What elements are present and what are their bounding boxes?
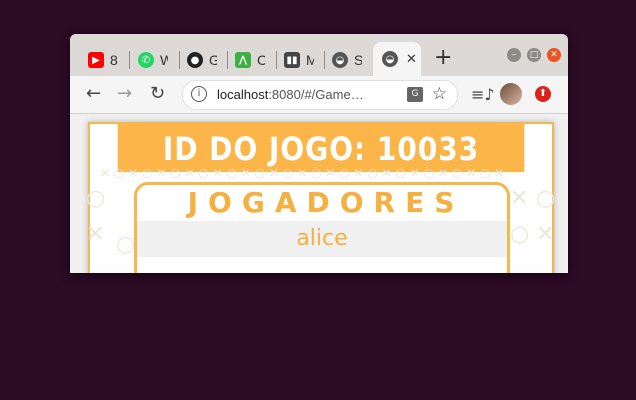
game-icon: ◒ — [382, 51, 398, 67]
media-control-icon[interactable]: ≡♪ — [471, 85, 495, 104]
game-icon: ◒ — [332, 52, 348, 68]
bookmark-star-icon[interactable]: ☆ — [432, 84, 447, 104]
game-card: ID DO JOGO: 10033 ○ ✕ ○ ✕ ○ ✕ ○ ✕ ○ ✕ ○ … — [86, 122, 555, 273]
minimize-button[interactable]: – — [507, 48, 521, 62]
back-button[interactable]: ← — [86, 84, 101, 104]
tab-codeship[interactable]: ⋀ C — [235, 44, 265, 76]
url-host: localhost — [217, 87, 269, 102]
url-path: :8080/#/Game… — [268, 87, 364, 102]
tab-whatsapp[interactable]: ✆ W — [138, 44, 168, 76]
players-panel: JOGADORES alice — [134, 182, 510, 273]
tab-title: G — [209, 52, 217, 68]
whatsapp-icon: ✆ — [138, 52, 154, 68]
new-tab-button[interactable]: + — [434, 47, 452, 69]
avatar[interactable] — [500, 83, 522, 105]
translate-icon[interactable]: G — [407, 87, 423, 102]
player-row: alice — [137, 221, 507, 257]
tab-title: M — [306, 52, 314, 68]
tab-trello[interactable]: ▮▮ M — [284, 44, 314, 76]
close-window-button[interactable]: ✕ — [547, 48, 561, 62]
github-icon: ● — [187, 52, 203, 68]
url-text: localhost:8080/#/Game… — [217, 87, 364, 102]
tab-strip: ▶ 8 ✆ W ● G ⋀ C ▮▮ M ◒ S ◒ ✕ + – □ ✕ — [70, 34, 568, 76]
browser-toolbar: ← → ↻ i localhost:8080/#/Game… G ☆ ≡♪ ⬆ — [70, 76, 568, 114]
browser-window: ▶ 8 ✆ W ● G ⋀ C ▮▮ M ◒ S ◒ ✕ + – □ ✕ ← →… — [70, 34, 568, 273]
tab-game-active[interactable]: ◒ ✕ — [373, 42, 421, 76]
tab-title: W — [160, 52, 168, 68]
tab-youtube[interactable]: ▶ 8 — [88, 44, 118, 76]
codeship-icon: ⋀ — [235, 52, 251, 68]
tab-title: C — [257, 52, 265, 68]
tab-title: S — [354, 52, 362, 68]
maximize-button[interactable]: □ — [527, 48, 541, 62]
tab-game[interactable]: ◒ S — [332, 44, 362, 76]
game-id-header: ID DO JOGO: 10033 — [117, 124, 525, 172]
tab-github[interactable]: ● G — [187, 44, 217, 76]
tab-title: 8 — [110, 52, 118, 68]
site-info-icon[interactable]: i — [191, 86, 207, 102]
youtube-icon: ▶ — [88, 52, 104, 68]
players-title: JOGADORES — [187, 186, 465, 219]
close-tab-icon[interactable]: ✕ — [406, 52, 417, 67]
update-icon[interactable]: ⬆ — [535, 86, 551, 102]
page-content: ID DO JOGO: 10033 ○ ✕ ○ ✕ ○ ✕ ○ ✕ ○ ✕ ○ … — [70, 114, 568, 273]
reload-button[interactable]: ↻ — [150, 84, 165, 104]
address-bar[interactable]: i localhost:8080/#/Game… G ☆ — [182, 80, 458, 110]
forward-button[interactable]: → — [117, 84, 132, 104]
trello-icon: ▮▮ — [284, 52, 300, 68]
